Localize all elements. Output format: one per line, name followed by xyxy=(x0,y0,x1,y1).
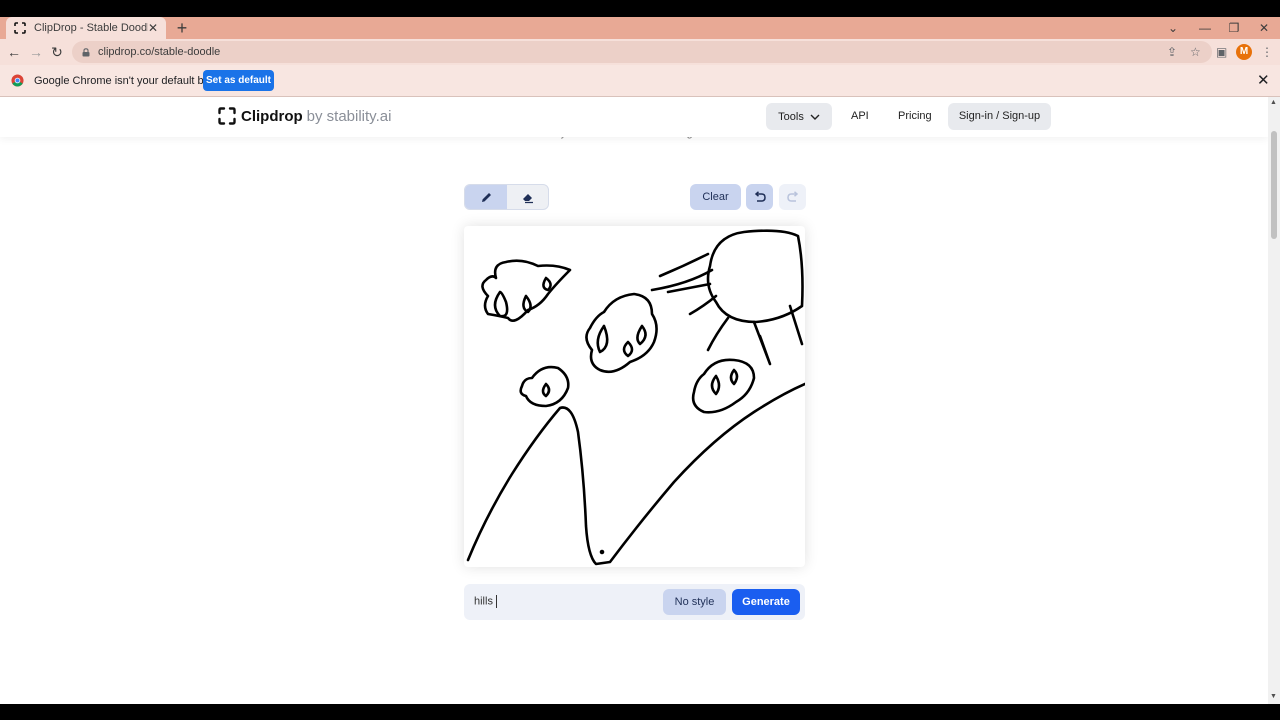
doodle-cloud-stroke xyxy=(541,382,551,398)
doodle-canvas[interactable] xyxy=(464,226,805,567)
clipdrop-logo[interactable]: Clipdrop by stability.ai xyxy=(218,107,391,125)
tab-search-icon[interactable]: ⌄ xyxy=(1158,17,1188,39)
nav-api-link[interactable]: API xyxy=(851,110,869,122)
redo-icon xyxy=(786,190,798,202)
browser-tab-strip: ClipDrop - Stable Doodle ✕ + ⌄ — ❐ ✕ xyxy=(0,17,1280,39)
kebab-menu-icon[interactable]: ⋮ xyxy=(1261,41,1273,63)
scrollbar-thumb[interactable] xyxy=(1271,131,1277,239)
style-select-button[interactable]: No style xyxy=(663,589,726,615)
default-browser-infobar: Google Chrome isn't your default browser… xyxy=(0,65,1280,97)
tab-close-icon[interactable]: ✕ xyxy=(148,21,158,35)
browser-tab[interactable]: ClipDrop - Stable Doodle ✕ xyxy=(6,17,166,39)
new-tab-button[interactable]: + xyxy=(172,18,192,38)
signin-button[interactable]: Sign-in / Sign-up xyxy=(948,103,1051,130)
doodle-cloud-stroke xyxy=(729,368,739,386)
pencil-tool-button[interactable] xyxy=(465,185,507,209)
nav-pricing-link[interactable]: Pricing xyxy=(898,110,932,122)
profile-avatar[interactable]: M xyxy=(1236,44,1252,60)
site-navbar: Clipdrop by stability.ai Tools API Prici… xyxy=(0,97,1268,137)
doodle-sun-ray-stroke xyxy=(706,316,730,352)
window-close-icon[interactable]: ✕ xyxy=(1249,17,1279,39)
address-bar[interactable]: clipdrop.co/stable-doodle xyxy=(72,41,1212,63)
generate-button[interactable]: Generate xyxy=(732,589,800,615)
minimize-icon[interactable]: — xyxy=(1190,17,1220,39)
side-panel-icon[interactable]: ▣ xyxy=(1216,41,1227,63)
scroll-down-icon[interactable]: ▼ xyxy=(1270,693,1277,700)
clear-button[interactable]: Clear xyxy=(690,184,741,210)
text-caret xyxy=(495,595,497,608)
doodle-cloud-stroke xyxy=(691,358,756,414)
set-as-default-button[interactable]: Set as default xyxy=(203,70,274,91)
forward-icon[interactable]: → xyxy=(26,42,46,62)
eraser-tool-button[interactable] xyxy=(507,185,548,209)
eraser-icon xyxy=(523,193,533,203)
doodle-cloud-stroke xyxy=(622,340,634,358)
url-text: clipdrop.co/stable-doodle xyxy=(98,46,221,58)
share-icon[interactable]: ⇪ xyxy=(1167,41,1177,63)
browser-toolbar: ← → ↻ clipdrop.co/stable-doodle ⇪ ☆ ▣ ⋮ xyxy=(0,39,1280,65)
prompt-input[interactable]: hills xyxy=(474,595,497,608)
doodle-cloud-stroke xyxy=(542,276,552,292)
doodle-sun-ray-stroke xyxy=(688,294,718,316)
doodle-sun-ray-stroke xyxy=(752,320,772,366)
infobar-close-icon[interactable]: ✕ xyxy=(1257,71,1270,89)
tools-menu-button[interactable]: Tools xyxy=(766,103,832,130)
doodle-cloud-stroke xyxy=(636,324,647,346)
doodle-sun-stroke xyxy=(706,229,804,324)
chrome-logo-icon xyxy=(11,74,24,87)
bookmark-star-icon[interactable]: ☆ xyxy=(1190,41,1201,63)
draw-tool-group xyxy=(464,184,549,210)
doodle-cloud-stroke xyxy=(710,374,721,396)
clipdrop-favicon-icon xyxy=(14,22,26,34)
doodle-drawing xyxy=(466,229,805,566)
back-icon[interactable]: ← xyxy=(4,42,24,62)
pencil-icon xyxy=(481,192,491,202)
doodle-sun-ray-stroke xyxy=(650,268,714,292)
undo-button[interactable] xyxy=(746,184,773,210)
prompt-bar: hills No style Generate xyxy=(464,584,805,620)
doodle-hill-stroke xyxy=(466,382,805,566)
scroll-up-icon[interactable]: ▲ xyxy=(1270,99,1277,106)
doodle-cloud-stroke xyxy=(596,324,609,354)
doodle-sun-ray-stroke xyxy=(658,252,710,278)
chevron-down-icon xyxy=(810,114,820,120)
doodle-cloud-stroke xyxy=(493,290,509,318)
logo-byline: by stability.ai xyxy=(306,107,392,125)
web-page: Transform your doodles into real images … xyxy=(0,97,1268,704)
prompt-value: hills xyxy=(474,595,493,608)
redo-button[interactable] xyxy=(779,184,806,210)
page-scrollbar[interactable]: ▲ ▼ xyxy=(1268,97,1280,704)
reload-icon[interactable]: ↻ xyxy=(47,42,67,62)
tools-label: Tools xyxy=(778,110,804,123)
logo-name: Clipdrop xyxy=(241,107,303,125)
browser-tab-title: ClipDrop - Stable Doodle xyxy=(34,22,148,34)
lock-icon xyxy=(82,47,90,56)
clipdrop-logo-icon xyxy=(218,107,236,125)
doodle-sun-ray-stroke xyxy=(788,304,804,346)
undo-icon xyxy=(754,190,766,202)
restore-icon[interactable]: ❐ xyxy=(1219,17,1249,39)
